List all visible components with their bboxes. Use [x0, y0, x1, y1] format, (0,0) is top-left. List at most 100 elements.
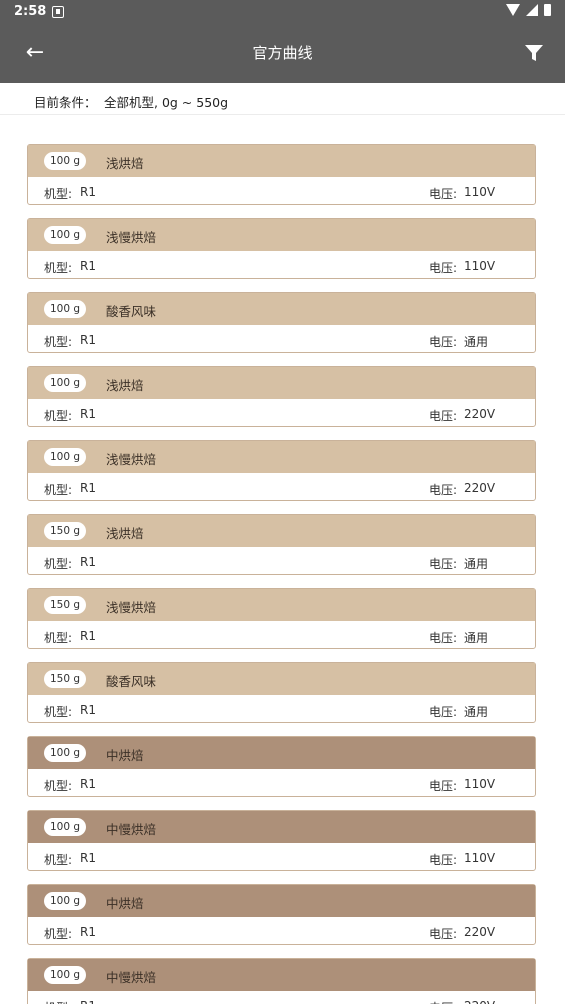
model-value: R1	[80, 259, 96, 273]
card-header: 100 g 中慢烘焙	[28, 959, 535, 991]
model-label: 机型:	[44, 335, 73, 349]
voltage-value: 220V	[464, 407, 496, 421]
weight-badge: 100 g	[44, 448, 86, 466]
status-icons	[506, 4, 551, 16]
weight-badge: 100 g	[44, 374, 86, 392]
weight-badge: 100 g	[44, 966, 86, 984]
voltage-label: 电压:	[429, 779, 458, 793]
roast-name: 浅烘焙	[106, 526, 144, 541]
model-label: 机型:	[44, 999, 72, 1004]
voltage-value: 110V	[464, 185, 496, 199]
voltage-value: 220V	[464, 925, 496, 939]
curve-list-item[interactable]: 100 g 中慢烘焙机型: R1 电压: 110V	[27, 810, 536, 871]
card-header: 100 g 浅慢烘焙	[28, 219, 535, 251]
voltage-value: 220V	[464, 999, 495, 1004]
filter-icon[interactable]	[523, 42, 545, 64]
model-label: 机型:	[44, 853, 73, 867]
roast-name: 浅烘焙	[106, 378, 144, 393]
curve-list-item[interactable]: 100 g 酸香风味机型: R1 电压: 通用	[27, 292, 536, 353]
notification-icon	[52, 6, 64, 18]
model-label: 机型:	[44, 557, 73, 571]
model-label: 机型:	[44, 631, 73, 645]
weight-badge: 150 g	[44, 670, 86, 688]
roast-name: 浅慢烘焙	[106, 452, 157, 467]
model-label: 机型:	[44, 483, 73, 497]
curve-list-item[interactable]: 100 g 浅慢烘焙 机型: R1 电压: 110V	[27, 218, 536, 279]
weight-badge: 100 g	[44, 744, 86, 762]
model-label: 机型:	[44, 409, 73, 423]
battery-icon	[544, 4, 551, 16]
voltage-label: 电压:	[429, 335, 458, 349]
model-label: 机型:	[44, 261, 73, 275]
weight-badge: 100 g	[44, 892, 86, 910]
card-header: 100 g 中慢烘焙	[28, 811, 535, 843]
voltage-label: 电压:	[429, 853, 458, 867]
weight-badge: 100 g	[44, 152, 86, 170]
model-value: R1	[80, 481, 96, 495]
voltage-value: 通用	[464, 705, 489, 719]
model-value: R1	[80, 333, 96, 347]
card-header: 100 g 酸香风味	[28, 293, 535, 325]
voltage-label: 电压:	[429, 187, 458, 201]
app-bar: ← 官方曲线	[0, 24, 565, 83]
filter-condition-bar: 目前条件： 全部机型, 0g ~ 550g	[0, 83, 565, 115]
status-time: 2:58	[14, 4, 47, 19]
voltage-value: 220V	[464, 481, 496, 495]
curve-list-item[interactable]: 100 g 浅烘焙机型: R1 电压: 110V	[27, 144, 536, 205]
signal-icon	[526, 4, 538, 16]
weight-badge: 100 g	[44, 226, 86, 244]
curve-list-item[interactable]: 100 g 中烘焙机型: R1 电压: 110V	[27, 736, 536, 797]
model-value: R1	[80, 629, 96, 643]
condition-label: 目前条件：	[34, 95, 97, 110]
voltage-value: 110V	[464, 777, 496, 791]
voltage-value: 通用	[464, 335, 489, 349]
model-value: R1	[80, 851, 96, 865]
voltage-value: 通用	[464, 631, 489, 645]
roast-name: 中烘焙	[106, 896, 144, 911]
curve-list: 100 g 浅烘焙 机型: R1 电压: 110V 100 g 浅慢烘焙 机型: R1 电压: 110…	[0, 115, 565, 1004]
curve-list-item[interactable]: 100 g 浅烘焙 机型: R1 电压: 220V	[27, 366, 536, 427]
voltage-label: 电压:	[429, 557, 458, 571]
weight-badge: 150 g	[44, 596, 86, 614]
voltage-value: 通用	[464, 557, 489, 571]
roast-name: 酸香风味	[106, 674, 157, 689]
voltage-label: 电压:	[429, 261, 458, 275]
voltage-value: 110V	[464, 851, 496, 865]
wifi-icon	[506, 4, 520, 16]
card-header: 100 g 中烘焙	[28, 737, 535, 769]
model-label: 机型:	[44, 705, 73, 719]
roast-name: 中烘焙	[106, 748, 144, 763]
curve-list-item[interactable]: 100 g 中烘焙 机型: R1 电压: 220V	[27, 884, 536, 945]
card-header: 100 g 浅烘焙	[28, 367, 535, 399]
model-label: 机型:	[44, 187, 73, 201]
voltage-label: 电压:	[429, 631, 458, 645]
roast-name: 中慢烘焙	[106, 970, 157, 985]
roast-name: 浅烘焙	[106, 156, 144, 171]
page-title: 官方曲线	[252, 44, 313, 62]
condition-value: 全部机型, 0g ~ 550g	[104, 95, 229, 110]
voltage-label: 电压:	[429, 409, 458, 423]
model-value: R1	[80, 703, 96, 717]
status-bar: 2:58	[0, 0, 565, 24]
roast-name: 浅慢烘焙	[106, 230, 157, 245]
model-label: 机型:	[44, 927, 73, 941]
curve-list-item[interactable]: 100 g 浅慢烘焙机型: R1 电压: 220V	[27, 440, 536, 501]
weight-badge: 100 g	[44, 300, 86, 318]
model-value: R1	[80, 185, 96, 199]
card-header: 100 g 浅慢烘焙	[28, 441, 535, 473]
curve-list-item[interactable]: 100 g 中慢烘焙机型: R1 电压: 220V	[27, 958, 536, 1004]
card-header: 150 g 酸香风味	[28, 663, 535, 695]
card-header: 150 g 浅烘焙	[28, 515, 535, 547]
roast-name: 中慢烘焙	[106, 822, 157, 837]
model-label: 机型:	[44, 779, 73, 793]
curve-list-item[interactable]: 150 g 浅烘焙机型: R1 电压: 通用	[27, 514, 536, 575]
model-value: R1	[80, 925, 96, 939]
weight-badge: 100 g	[44, 818, 86, 836]
voltage-label: 电压:	[429, 483, 458, 497]
curve-list-item[interactable]: 150 g 浅慢烘焙机型: R1 电压: 通用	[27, 588, 536, 649]
curve-list-item[interactable]: 150 g 酸香风味 机型: R1 电压: 通用	[27, 662, 536, 723]
roast-name: 浅慢烘焙	[106, 600, 157, 615]
model-value: R1	[80, 777, 96, 791]
model-value: R1	[80, 555, 96, 569]
model-value: R1	[80, 999, 96, 1004]
